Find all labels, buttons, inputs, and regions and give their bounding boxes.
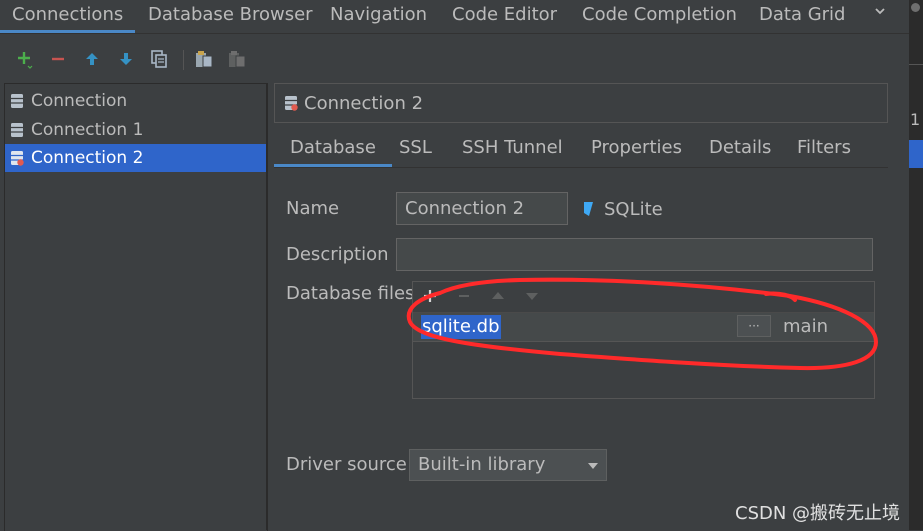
tab-database-browser[interactable]: Database Browser <box>148 0 313 31</box>
copy-icon <box>151 50 167 68</box>
more-tabs-chevron-icon[interactable] <box>871 4 889 22</box>
move-down-button[interactable] <box>115 48 137 70</box>
tab-ssh-tunnel[interactable]: SSH Tunnel <box>462 131 563 164</box>
database-icon <box>10 122 24 138</box>
remove-icon <box>52 57 64 61</box>
tab-navigation[interactable]: Navigation <box>330 0 427 31</box>
strip-number: 1 <box>910 110 921 129</box>
driver-source-select[interactable]: Built-in library <box>409 449 607 481</box>
remove-icon <box>459 295 469 297</box>
strip-dot <box>911 3 920 12</box>
remove-connection-button[interactable] <box>47 48 69 70</box>
triangle-up-icon <box>492 292 504 299</box>
connection-header: Connection 2 <box>274 83 888 123</box>
database-error-icon <box>10 150 24 166</box>
database-files-table: sqlite.db ··· main <box>412 281 875 399</box>
settings-tab-bar: Connections Database Browser Navigation … <box>0 0 923 34</box>
tab-database[interactable]: Database <box>274 131 392 167</box>
driver-source-label: Driver source <box>286 454 407 475</box>
tab-code-editor[interactable]: Code Editor <box>452 0 557 31</box>
paste-icon <box>229 51 246 68</box>
database-file-schema[interactable]: main <box>783 315 828 339</box>
tab-filters[interactable]: Filters <box>797 131 851 164</box>
description-label: Description <box>286 244 389 265</box>
connections-toolbar <box>0 40 270 80</box>
add-icon <box>424 290 436 302</box>
browse-file-button[interactable]: ··· <box>737 315 771 337</box>
paste-connection-button[interactable] <box>226 48 248 70</box>
connection-list-item[interactable]: Connection <box>5 87 267 115</box>
tab-details[interactable]: Details <box>709 131 771 164</box>
move-file-up-button[interactable] <box>488 285 508 307</box>
connection-detail-tabs: Database SSL SSH Tunnel Properties Detai… <box>274 131 888 168</box>
name-label: Name <box>286 198 340 219</box>
strip-selection <box>909 140 923 168</box>
move-up-button[interactable] <box>81 48 103 70</box>
name-input[interactable] <box>396 192 568 225</box>
database-icon <box>10 93 24 109</box>
tab-data-grid[interactable]: Data Grid <box>759 0 845 31</box>
database-type-label: SQLite <box>604 198 663 220</box>
database-files-label: Database files <box>286 283 415 304</box>
strip-divider <box>909 64 923 65</box>
cut-connection-button[interactable] <box>193 48 215 70</box>
dropdown-arrow-icon <box>588 463 598 469</box>
move-file-down-button[interactable] <box>522 285 542 307</box>
connection-list-item[interactable]: Connection 1 <box>5 116 267 144</box>
add-file-button[interactable] <box>420 285 440 307</box>
toolbar-separator <box>183 50 184 70</box>
clipboard-icon <box>196 51 213 68</box>
remove-file-button[interactable] <box>454 285 474 307</box>
driver-source-value: Built-in library <box>418 454 546 475</box>
database-type: SQLite <box>582 196 663 222</box>
database-error-icon <box>284 95 298 111</box>
triangle-down-icon <box>526 293 538 300</box>
description-input[interactable] <box>396 238 873 271</box>
connection-title: Connection 2 <box>304 92 424 114</box>
copy-connection-button[interactable] <box>148 48 170 70</box>
add-connection-button[interactable] <box>13 48 35 70</box>
arrow-up-icon <box>86 53 98 65</box>
connection-label: Connection <box>31 91 128 111</box>
connection-list-item-selected[interactable]: Connection 2 <box>5 144 267 172</box>
background-window-strip: 1 <box>909 0 923 530</box>
tab-ssl[interactable]: SSL <box>399 131 432 164</box>
arrow-down-icon <box>120 53 132 65</box>
tab-code-completion[interactable]: Code Completion <box>582 0 737 31</box>
connections-list: Connection Connection 1 Connection 2 <box>4 83 268 531</box>
database-files-toolbar <box>413 282 874 313</box>
tab-properties[interactable]: Properties <box>591 131 682 164</box>
add-icon <box>18 52 33 69</box>
panel-splitter[interactable] <box>266 83 267 530</box>
sqlite-icon <box>582 201 594 217</box>
database-file-row[interactable]: sqlite.db ··· main <box>413 313 874 342</box>
connection-label: Connection 1 <box>31 120 144 140</box>
watermark: CSDN @搬砖无止境 <box>735 503 901 524</box>
connection-label: Connection 2 <box>31 148 144 168</box>
tab-connections[interactable]: Connections <box>0 0 136 33</box>
database-file-path[interactable]: sqlite.db <box>421 315 501 339</box>
